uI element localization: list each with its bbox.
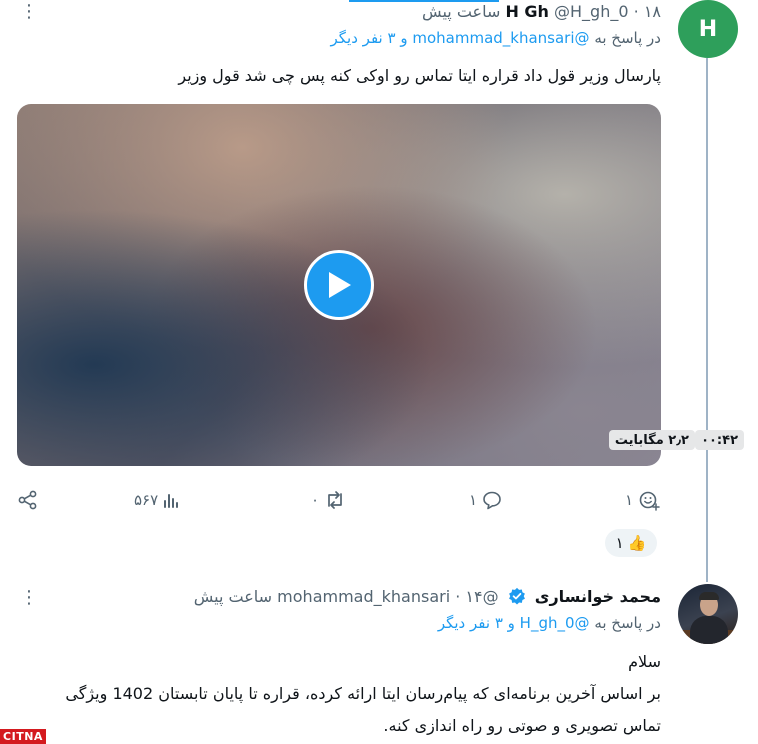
reply-mention-link[interactable]: @mohammad_khansari (412, 29, 589, 47)
reply-context-2: در پاسخ به @H_gh_0 و ۳ نفر دیگر (438, 614, 661, 632)
author-name[interactable]: H Gh (505, 2, 548, 21)
author-name-2[interactable]: محمد خوانساری (535, 587, 661, 606)
more-options-icon[interactable]: ⋮ (20, 3, 38, 21)
tweet-header: H Gh @H_gh_0 · ۱۸ ساعت پیش (422, 2, 661, 21)
avatar-h-gh[interactable]: H (678, 0, 738, 58)
reply-context: در پاسخ به @mohammad_khansari و ۳ نفر دی… (331, 29, 662, 47)
reaction-chip-count: ۱ (615, 534, 624, 552)
reply-others-link[interactable]: و ۳ نفر دیگر (331, 29, 408, 47)
avatar-letter: H (698, 16, 718, 42)
share-button[interactable] (18, 489, 38, 511)
play-button[interactable] (304, 250, 374, 320)
views-count: ۵۶۷ (134, 491, 159, 509)
tweet-text-line: بر اساس آخرین برنامه‌ای که پیام‌رسان ایت… (65, 684, 661, 703)
verified-badge-icon (508, 587, 525, 605)
retweet-icon (328, 491, 342, 509)
react-button[interactable]: ۱ (625, 489, 660, 511)
thread-connector-line (706, 58, 708, 582)
reply-mention-link-2[interactable]: @H_gh_0 (520, 614, 590, 632)
reply-bubble-icon (483, 491, 501, 510)
thumbs-up-icon: 👍 (627, 534, 647, 552)
separator-dot: · (633, 2, 639, 21)
reply-button[interactable]: ۱ (469, 489, 502, 511)
tweet-text-line: تماس تصویری و صوتی رو راه اندازی کنه. (383, 716, 661, 735)
retweet-count: ۰ (311, 491, 320, 509)
tweet-text-2: سلام بر اساس آخرین برنامه‌ای که پیام‌رسا… (61, 646, 661, 742)
separator-dot-2: · (455, 587, 461, 606)
views-button[interactable]: ۵۶۷ (134, 489, 181, 511)
share-icon (18, 490, 37, 510)
reaction-chip[interactable]: ۱ 👍 (605, 529, 657, 557)
site-watermark-logo: CITNA (0, 729, 46, 744)
retweet-button[interactable]: ۰ (311, 489, 346, 511)
tweet-text: پارسال وزیر قول داد قراره ایتا تماس رو ا… (178, 66, 661, 85)
tweet-text-line: سلام (628, 652, 661, 671)
reply-prefix-2: در پاسخ به (594, 614, 661, 632)
video-size-badge: ۲٫۲ مگابایت (608, 430, 695, 450)
reply-prefix: در پاسخ به (594, 29, 661, 47)
reaction-count: ۱ (625, 491, 634, 509)
video-duration-badge: ۰۰:۴۲ (695, 430, 744, 450)
views-chart-icon (164, 494, 179, 508)
reply-others-link-2[interactable]: و ۳ نفر دیگر (438, 614, 515, 632)
add-reaction-icon (639, 491, 660, 511)
play-icon (329, 272, 351, 298)
avatar-mohammad-khansari[interactable] (678, 584, 738, 644)
more-options-icon-2[interactable]: ⋮ (20, 589, 38, 607)
reply-count: ۱ (469, 491, 478, 509)
author-handle[interactable]: @H_gh_0 (554, 2, 629, 21)
tweet-header-2: محمد خوانساری @mohammad_khansari · ۱۴ سا… (194, 587, 661, 606)
